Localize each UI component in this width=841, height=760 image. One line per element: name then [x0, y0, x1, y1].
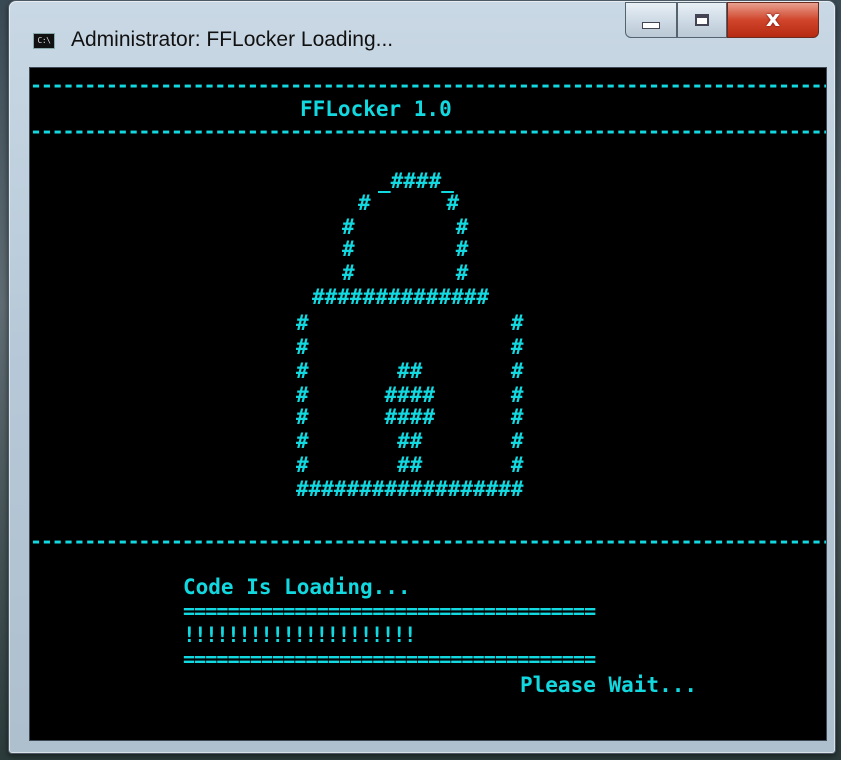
lock-line: # #### # — [296, 383, 524, 407]
progress-rule-top: ===================================== — [183, 599, 596, 623]
status-label: Code Is Loading... — [183, 575, 411, 599]
lock-line: _####_ — [378, 169, 467, 193]
bottom-rule: ----------------------------------------… — [30, 529, 827, 553]
lock-line: ############## — [312, 285, 490, 309]
lock-line: # ## # — [296, 359, 524, 383]
progress-bar: !!!!!!!!!!!!!!!!!!!!! — [183, 623, 417, 647]
title-bar[interactable]: C:\ Administrator: FFLocker Loading... x — [9, 1, 835, 67]
top-rule: ----------------------------------------… — [30, 73, 827, 97]
close-icon: x — [765, 7, 781, 32]
lock-line: # # — [342, 237, 469, 261]
progress-rule-bottom: ===================================== — [183, 647, 596, 671]
command-prompt-icon[interactable]: C:\ — [33, 33, 55, 49]
lock-line: # # — [296, 335, 524, 359]
console-output[interactable]: ----------------------------------------… — [29, 67, 827, 741]
lock-line: ################## — [296, 477, 524, 501]
lock-line: # # — [342, 215, 469, 239]
lock-line: # #### # — [296, 405, 524, 429]
wait-label: Please Wait... — [520, 673, 698, 697]
app-heading: FFLocker 1.0 — [300, 97, 452, 121]
lock-line: # # — [296, 311, 524, 335]
lock-line: # # — [342, 261, 469, 285]
window-title: Administrator: FFLocker Loading... — [71, 28, 394, 51]
lock-line: # ## # — [296, 453, 524, 477]
maximize-icon — [695, 14, 709, 26]
lock-line: # ## # — [296, 429, 524, 453]
heading-rule: ----------------------------------------… — [30, 119, 827, 143]
console-window: C:\ Administrator: FFLocker Loading... x… — [8, 0, 836, 754]
lock-line: # # — [358, 191, 460, 215]
close-button[interactable]: x — [727, 2, 819, 38]
maximize-button[interactable] — [677, 2, 727, 38]
minimize-button[interactable] — [625, 2, 677, 38]
minimize-icon — [642, 21, 660, 29]
